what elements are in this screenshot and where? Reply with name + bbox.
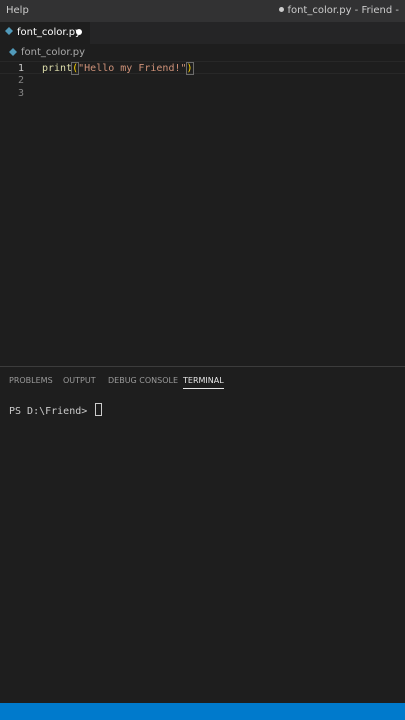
code-line[interactable]: 3 bbox=[0, 87, 405, 100]
unsaved-dot-icon bbox=[279, 7, 285, 12]
token-function: print bbox=[42, 63, 73, 74]
window-title-text: font_color.py - Friend - bbox=[287, 5, 399, 16]
tab-output[interactable]: OUTPUT bbox=[63, 376, 96, 385]
tab-font-color-py[interactable]: font_color.py bbox=[0, 22, 90, 44]
token-string: "Hello my Friend!" bbox=[78, 63, 187, 74]
token-close-paren: ) bbox=[185, 62, 194, 75]
terminal[interactable]: PS D:\Friend> bbox=[0, 393, 405, 703]
tab-problems[interactable]: PROBLEMS bbox=[9, 376, 53, 385]
breadcrumb: font_color.py bbox=[0, 44, 405, 61]
line-number: 3 bbox=[17, 88, 24, 99]
terminal-line[interactable]: PS D:\Friend> bbox=[9, 403, 103, 417]
breadcrumb-file[interactable]: font_color.py bbox=[21, 47, 85, 58]
code-line[interactable]: 1 print("Hello my Friend!") bbox=[0, 61, 405, 75]
line-number: 2 bbox=[17, 75, 24, 86]
window-title: font_color.py - Friend - bbox=[279, 5, 399, 16]
terminal-prompt: PS D:\Friend> bbox=[9, 406, 94, 417]
terminal-cursor bbox=[95, 403, 103, 416]
tab-debug-console[interactable]: DEBUG CONSOLE bbox=[108, 376, 178, 385]
title-bar: Help font_color.py - Friend - bbox=[0, 0, 405, 22]
editor-tab-bar: font_color.py bbox=[0, 22, 405, 44]
tab-terminal[interactable]: TERMINAL bbox=[183, 376, 224, 389]
python-file-icon bbox=[9, 48, 17, 56]
menu-help[interactable]: Help bbox=[6, 5, 29, 16]
python-file-icon bbox=[5, 27, 13, 35]
code-line[interactable]: 2 bbox=[0, 74, 405, 87]
unsaved-changes-icon[interactable] bbox=[76, 29, 82, 35]
status-bar bbox=[0, 703, 405, 720]
code-editor[interactable]: 1 print("Hello my Friend!") 2 3 bbox=[0, 61, 405, 366]
tab-label: font_color.py bbox=[17, 27, 82, 38]
panel-tab-bar: PROBLEMS OUTPUT DEBUG CONSOLE TERMINAL bbox=[0, 367, 405, 393]
